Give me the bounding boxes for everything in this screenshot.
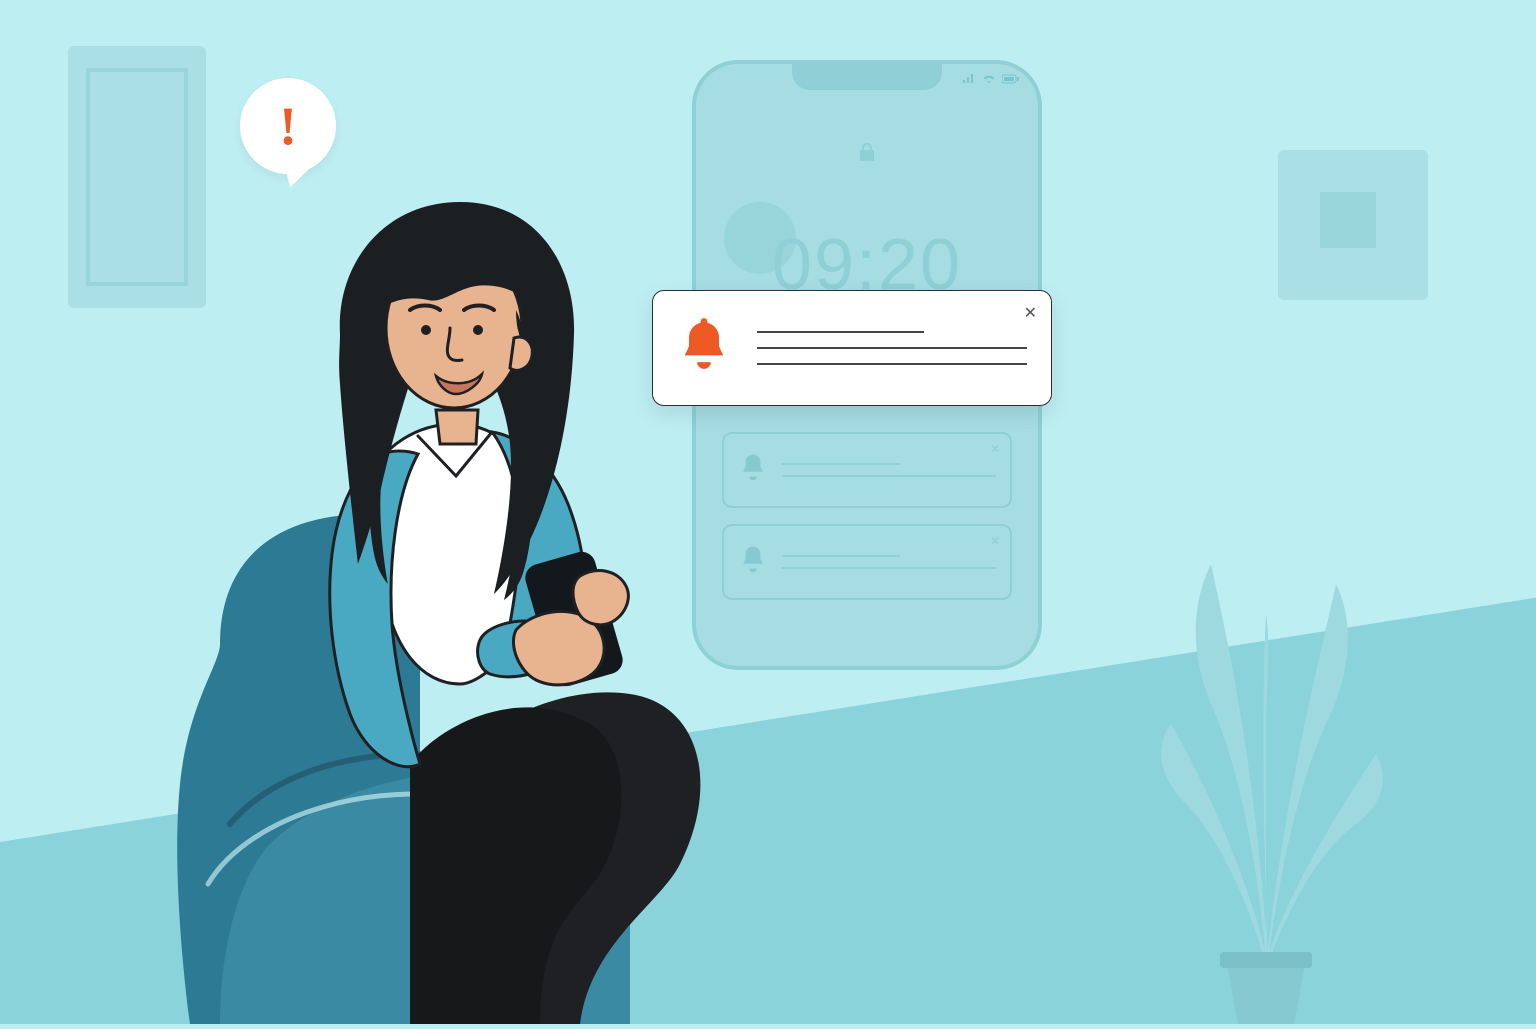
popup-text-lines [757,331,1027,366]
notification-card[interactable]: ✕ [722,432,1012,508]
close-icon[interactable]: ✕ [990,534,1000,548]
exclamation-icon: ! [279,95,297,157]
plant-decoration [1116,504,1416,1024]
notification-text-lines [782,555,996,569]
wall-frame-right [1278,150,1428,300]
status-bar-icons [962,74,1020,84]
phone-notch [792,62,942,90]
person-on-chair [160,124,750,1024]
lock-icon [858,142,876,167]
illustration-canvas: 09:20 ✕ ✕ [0,0,1536,1024]
notification-card[interactable]: ✕ [722,524,1012,600]
close-icon[interactable]: ✕ [1024,303,1037,323]
alert-speech-bubble: ! [240,78,336,174]
notification-text-lines [782,463,996,477]
close-icon[interactable]: ✕ [990,442,1000,456]
